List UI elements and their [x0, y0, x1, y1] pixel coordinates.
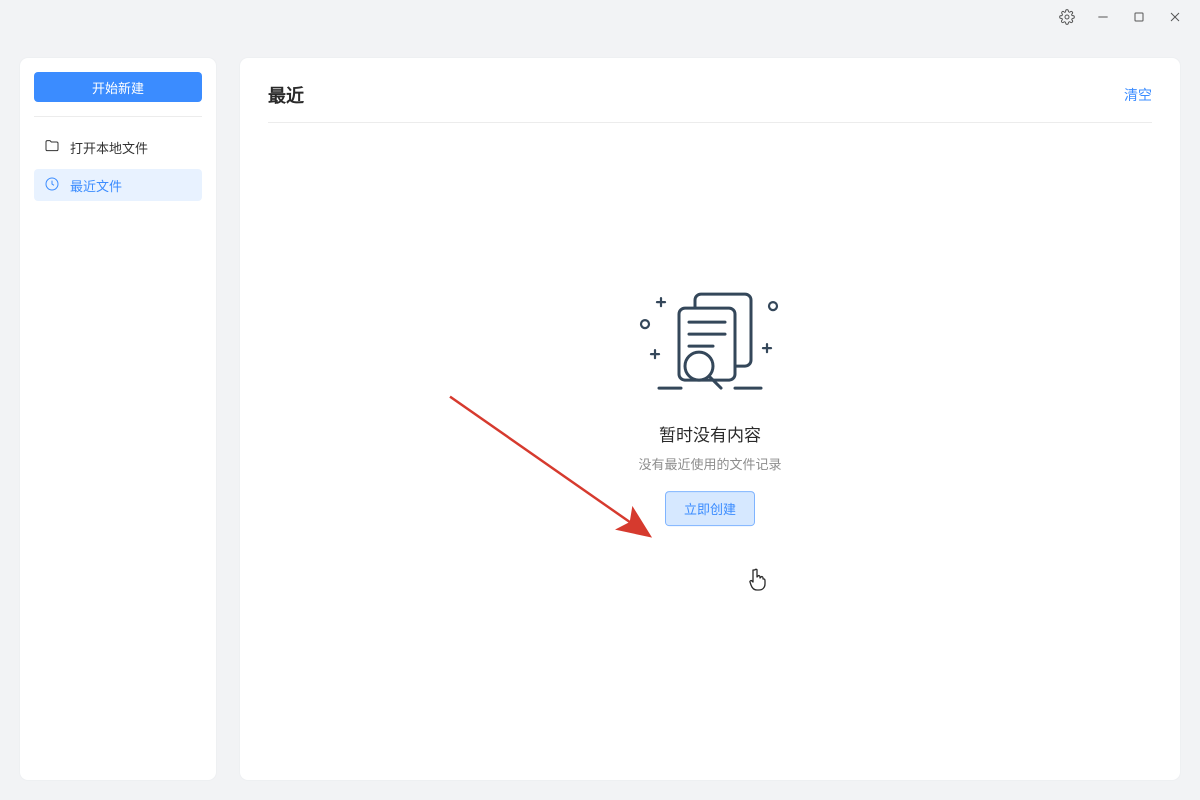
create-now-label: 立即创建 — [684, 502, 736, 517]
create-now-button[interactable]: 立即创建 — [665, 491, 755, 526]
pointer-cursor-icon — [748, 567, 768, 591]
sidebar-item-label: 最近文件 — [70, 176, 122, 195]
content-panel: 最近 清空 — [240, 58, 1180, 780]
minimize-button[interactable] — [1086, 4, 1120, 34]
sidebar-divider — [34, 116, 202, 117]
sidebar-item-recent[interactable]: 最近文件 — [34, 169, 202, 201]
clock-icon — [44, 176, 60, 195]
start-new-button[interactable]: 开始新建 — [34, 72, 202, 102]
sidebar: 开始新建 打开本地文件 最近文件 — [20, 58, 216, 780]
maximize-icon — [1131, 9, 1147, 30]
empty-state: 暂时没有内容 没有最近使用的文件记录 立即创建 — [625, 288, 795, 526]
sidebar-item-open-local[interactable]: 打开本地文件 — [34, 131, 202, 163]
maximize-button[interactable] — [1122, 4, 1156, 34]
gear-icon — [1059, 9, 1075, 30]
clear-button[interactable]: 清空 — [1124, 85, 1152, 105]
window-titlebar — [0, 0, 1200, 38]
empty-title: 暂时没有内容 — [659, 421, 761, 446]
empty-illustration-icon — [625, 288, 795, 403]
content-header: 最近 清空 — [268, 82, 1152, 123]
empty-subtitle: 没有最近使用的文件记录 — [638, 454, 781, 473]
settings-button[interactable] — [1050, 4, 1084, 34]
minimize-icon — [1095, 9, 1111, 30]
workspace: 开始新建 打开本地文件 最近文件 最近 清空 — [0, 38, 1200, 800]
close-icon — [1167, 9, 1183, 30]
folder-icon — [44, 138, 60, 157]
page-title: 最近 — [268, 82, 304, 108]
sidebar-item-label: 打开本地文件 — [70, 138, 148, 157]
close-button[interactable] — [1158, 4, 1192, 34]
start-new-label: 开始新建 — [92, 78, 144, 97]
